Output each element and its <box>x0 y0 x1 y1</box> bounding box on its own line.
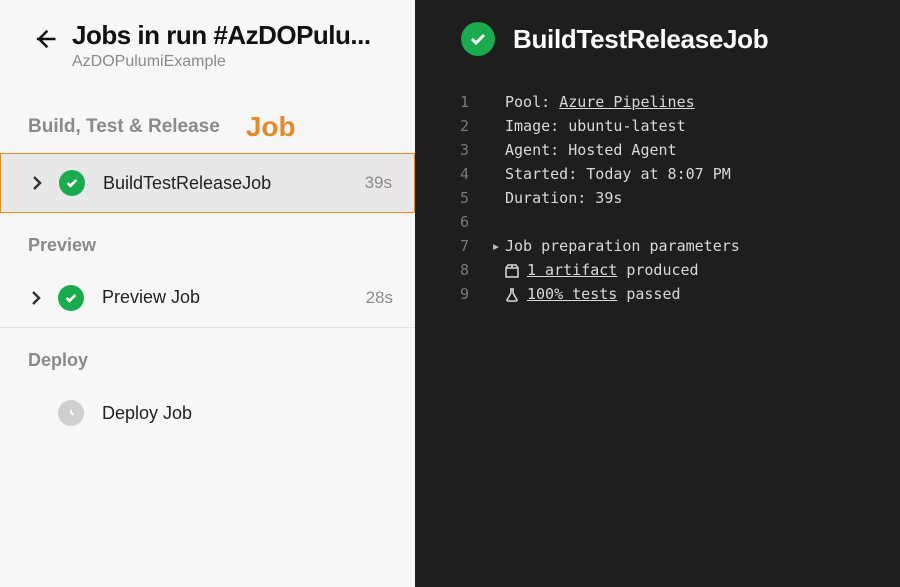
log-line: 1 Pool: Azure Pipelines <box>415 90 900 114</box>
log-line: 8 1 artifact produced <box>415 258 900 282</box>
job-name: BuildTestReleaseJob <box>103 173 365 194</box>
log-area[interactable]: 1 Pool: Azure Pipelines 2 Image: ubuntu-… <box>415 90 900 306</box>
pool-link[interactable]: Azure Pipelines <box>559 93 694 111</box>
job-duration: 39s <box>365 173 392 193</box>
job-row-buildtestrelease[interactable]: BuildTestReleaseJob 39s <box>0 153 415 213</box>
log-line-expandable[interactable]: 7 ▸ Job preparation parameters <box>415 234 900 258</box>
log-line: 9 100% tests passed <box>415 282 900 306</box>
log-text: Duration: 39s <box>505 186 622 210</box>
flask-icon <box>505 288 521 302</box>
log-text: Agent: Hosted Agent <box>505 138 677 162</box>
job-duration: 28s <box>366 288 393 308</box>
job-name: Preview Job <box>102 287 366 308</box>
status-pending-icon <box>58 400 84 426</box>
log-text: 100% tests passed <box>505 282 681 306</box>
stage-header: Build, Test & Release Job <box>0 111 415 143</box>
status-success-icon <box>58 285 84 311</box>
tests-link[interactable]: 100% tests <box>527 285 617 303</box>
stage-label: Preview <box>0 213 415 268</box>
log-line: 2 Image: ubuntu-latest <box>415 114 900 138</box>
jobs-panel: Jobs in run #AzDOPulu... AzDOPulumiExamp… <box>0 0 415 587</box>
page-title: Jobs in run #AzDOPulu... <box>72 20 371 51</box>
log-text: Started: Today at 8:07 PM <box>505 162 731 186</box>
arrow-left-icon <box>31 25 59 53</box>
stage-label: Deploy <box>0 328 415 383</box>
log-text: 1 artifact produced <box>505 258 699 282</box>
annotation-job: Job <box>246 111 296 143</box>
line-number: 2 <box>415 114 487 138</box>
artifact-icon <box>505 264 521 278</box>
job-row-preview[interactable]: Preview Job 28s <box>0 268 415 328</box>
line-number: 4 <box>415 162 487 186</box>
line-number: 7 <box>415 234 487 258</box>
line-number: 9 <box>415 282 487 306</box>
chevron-right-icon <box>29 175 45 191</box>
back-button[interactable] <box>28 22 62 56</box>
log-title: BuildTestReleaseJob <box>513 24 768 55</box>
job-name: Deploy Job <box>102 403 393 424</box>
status-success-icon <box>59 170 85 196</box>
log-text: Pool: Azure Pipelines <box>505 90 695 114</box>
header: Jobs in run #AzDOPulu... AzDOPulumiExamp… <box>0 20 415 71</box>
title-block: Jobs in run #AzDOPulu... AzDOPulumiExamp… <box>72 20 371 71</box>
line-number: 6 <box>415 210 487 234</box>
artifact-link[interactable]: 1 artifact <box>527 261 617 279</box>
status-success-icon <box>461 22 495 56</box>
line-number: 3 <box>415 138 487 162</box>
log-text: Image: ubuntu-latest <box>505 114 686 138</box>
stage-label: Build, Test & Release <box>28 116 220 138</box>
line-number: 8 <box>415 258 487 282</box>
log-panel: BuildTestReleaseJob 1 Pool: Azure Pipeli… <box>415 0 900 587</box>
log-line: 3 Agent: Hosted Agent <box>415 138 900 162</box>
line-number: 1 <box>415 90 487 114</box>
log-line: 4 Started: Today at 8:07 PM <box>415 162 900 186</box>
log-line: 6 <box>415 210 900 234</box>
line-number: 5 <box>415 186 487 210</box>
page-subtitle: AzDOPulumiExample <box>72 53 371 71</box>
log-line: 5 Duration: 39s <box>415 186 900 210</box>
expand-triangle-icon: ▸ <box>487 234 505 258</box>
chevron-right-icon <box>28 290 44 306</box>
log-header: BuildTestReleaseJob <box>415 22 900 56</box>
log-text: Job preparation parameters <box>505 234 740 258</box>
job-row-deploy[interactable]: Deploy Job <box>0 383 415 443</box>
